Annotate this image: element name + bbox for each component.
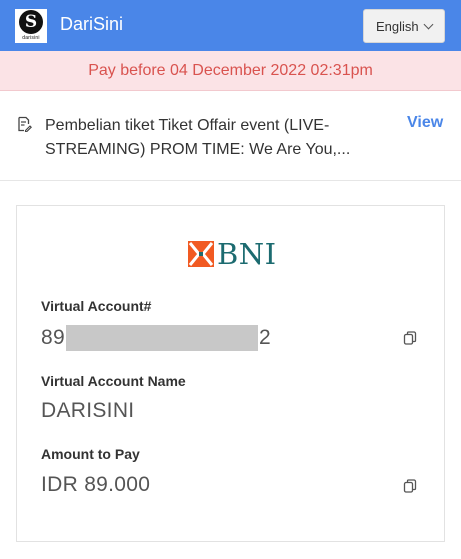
virtual-account-suffix: 2 [258, 326, 271, 349]
deadline-text: Pay before 04 December 2022 02:31pm [88, 61, 373, 79]
virtual-account-label: Virtual Account# [41, 298, 152, 314]
view-order-link[interactable]: View [407, 114, 443, 132]
bank-logo: BNI [188, 237, 277, 271]
virtual-account-value: 89 2 [41, 325, 271, 351]
language-selector[interactable]: English [363, 9, 445, 43]
app-logo: S darisini [15, 9, 47, 43]
amount-label: Amount to Pay [41, 446, 140, 462]
order-description: Pembelian tiket Tiket Offair event (LIVE… [45, 117, 351, 158]
chevron-down-icon [423, 19, 434, 30]
redacted-mask [65, 325, 258, 351]
logo-mark: S [19, 10, 43, 34]
amount-value: IDR 89.000 [41, 473, 151, 496]
virtual-account-prefix: 89 [41, 326, 65, 349]
payment-deadline-banner: Pay before 04 December 2022 02:31pm [0, 51, 461, 91]
top-header: S darisini DariSini English [0, 0, 461, 51]
account-name-label: Virtual Account Name [41, 373, 186, 389]
payment-card: BNI Virtual Account# 89 2 Virtual Accoun… [16, 205, 445, 542]
bni-logo-icon [188, 241, 214, 267]
document-edit-icon [18, 116, 32, 132]
bank-name: BNI [217, 237, 277, 271]
app-title: DariSini [60, 14, 124, 34]
language-label: English [376, 18, 419, 34]
logo-wordmark: darisini [22, 35, 40, 41]
account-name-value: DARISINI [41, 399, 135, 422]
copy-icon[interactable] [403, 331, 417, 345]
order-summary: Pembelian tiket Tiket Offair event (LIVE… [0, 91, 461, 181]
copy-icon[interactable] [403, 479, 417, 493]
